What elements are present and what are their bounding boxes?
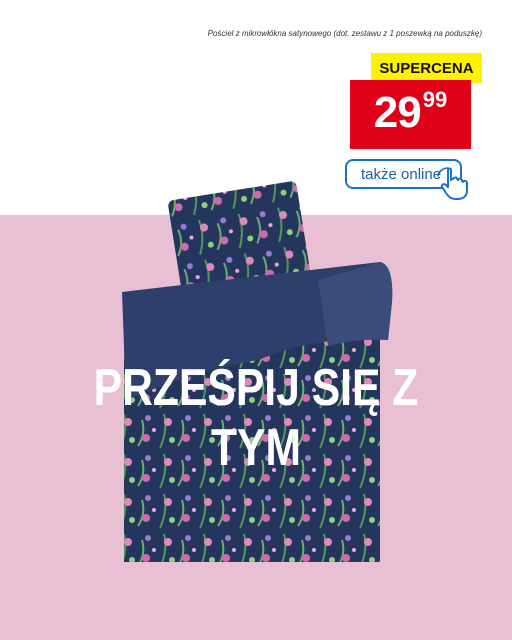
- hand-pointer-icon: [437, 167, 468, 200]
- supercena-badge: SUPERCENA: [371, 53, 482, 83]
- headline: PRZEŚPIJ SIĘ Z TYM: [93, 359, 419, 477]
- price-main: 29: [373, 88, 422, 137]
- price-cents: 99: [422, 87, 448, 112]
- price-tag: 29 99: [350, 80, 471, 149]
- product-caption: Pościel z mikrowłókna satynowego (dot. z…: [207, 29, 482, 38]
